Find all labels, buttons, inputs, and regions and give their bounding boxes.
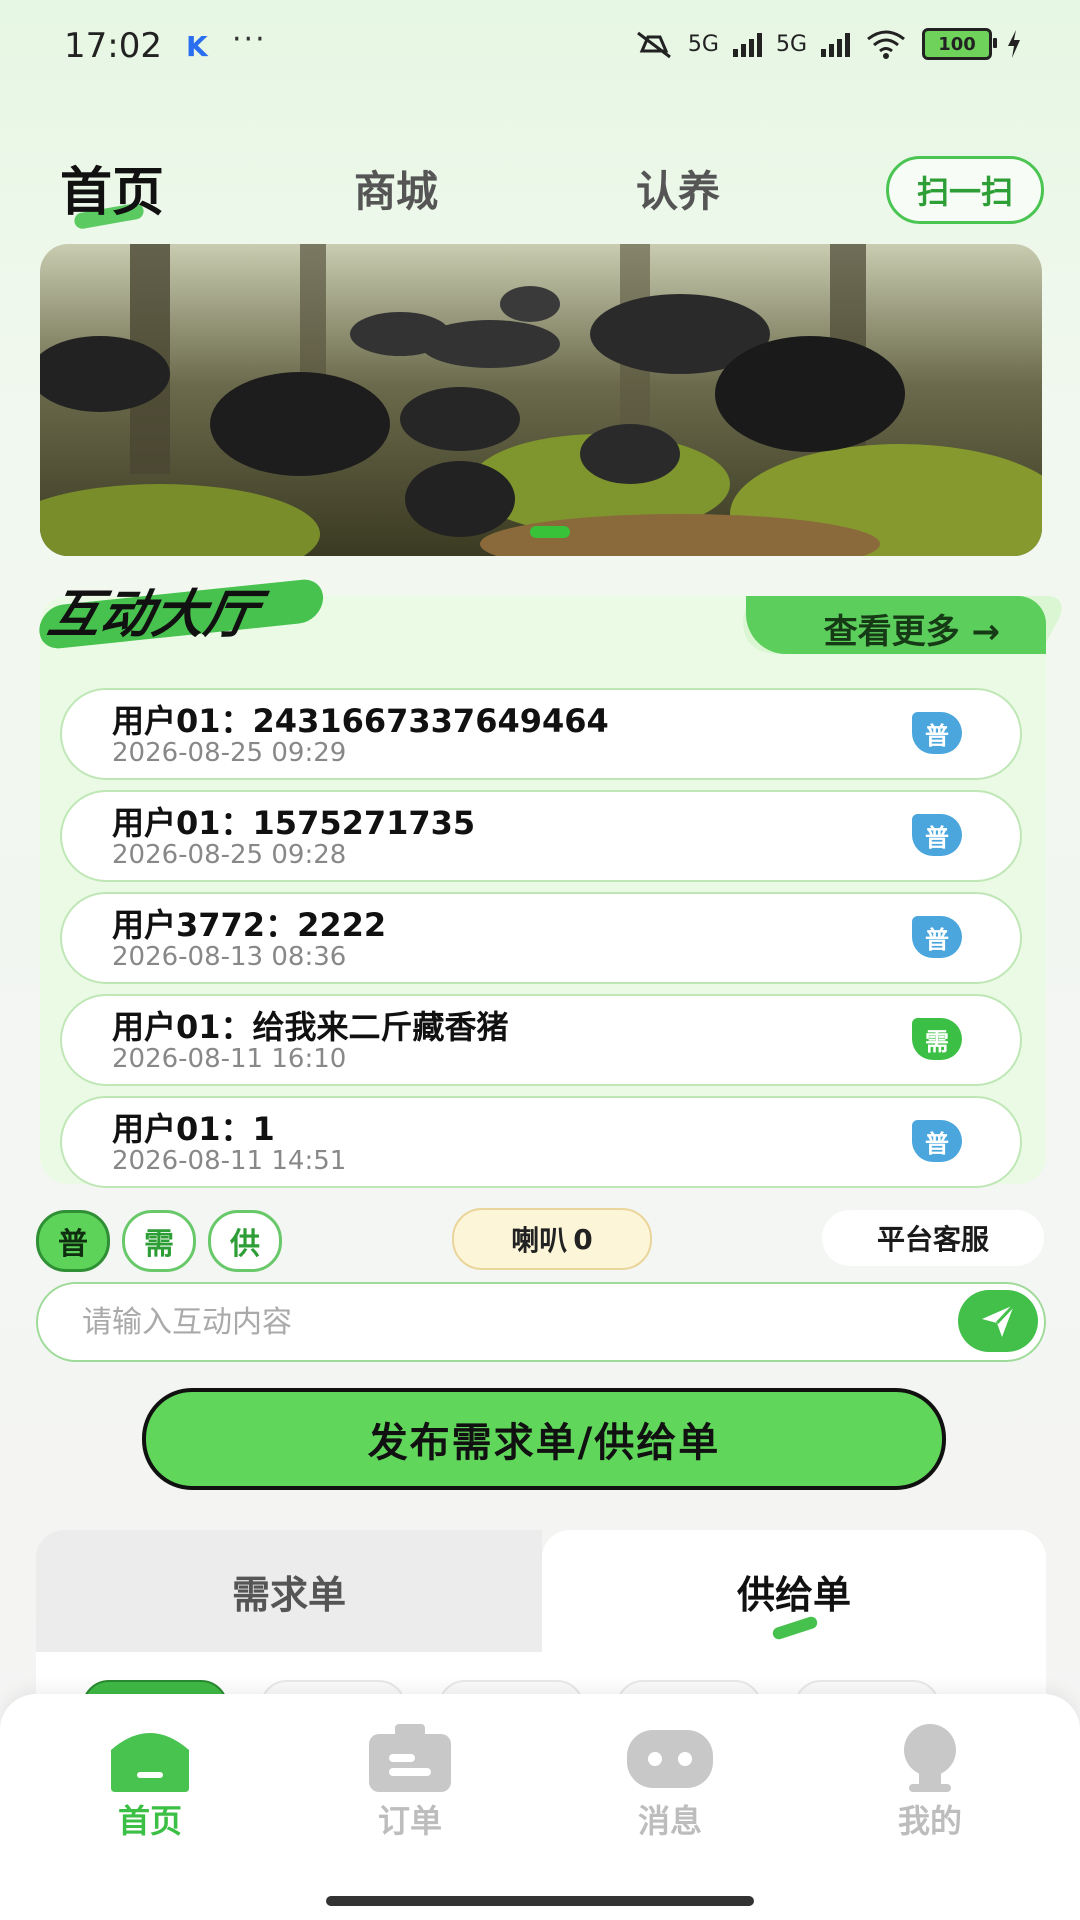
nav-home[interactable]: 首页	[80, 1722, 220, 1842]
bottom-nav: 首页 订单 消息 我的	[0, 1694, 1080, 1920]
message-input[interactable]	[80, 1294, 964, 1350]
mute-icon	[637, 31, 671, 59]
nav-profile[interactable]: 我的	[860, 1722, 1000, 1842]
list-item[interactable]: 用户01：给我来二斤藏香猪 2026-08-11 16:10 需	[60, 994, 1022, 1086]
list-item[interactable]: 用户01：1575271735 2026-08-25 09:28 普	[60, 790, 1022, 882]
net2-label: 5G	[775, 31, 807, 57]
message-text: 用户01：1575271735	[112, 804, 476, 842]
status-bar: 17:02 K ··· 5G 5G 100	[0, 0, 1080, 96]
tab-home[interactable]: 首页	[60, 150, 164, 225]
home-indicator[interactable]	[326, 1896, 754, 1906]
nav-orders[interactable]: 订单	[340, 1722, 480, 1842]
hall-title-text: 互动大厅	[43, 585, 263, 645]
message-time: 2026-08-25 09:29	[112, 738, 347, 768]
message-time: 2026-08-11 16:10	[112, 1044, 347, 1074]
active-tab-indicator	[771, 1615, 819, 1641]
order-type-tabs: 需求单 供给单	[36, 1530, 1046, 1660]
nav-profile-label: 我的	[897, 1802, 962, 1840]
list-item[interactable]: 用户01：1 2026-08-11 14:51 普	[60, 1096, 1022, 1188]
chat-icon	[625, 1722, 715, 1794]
wifi-icon	[867, 30, 905, 59]
banner-carousel[interactable]	[40, 244, 1042, 556]
message-time: 2026-08-11 14:51	[112, 1146, 347, 1176]
horn-counter[interactable]: 喇叭 0	[452, 1208, 652, 1270]
type-badge: 普	[912, 1120, 962, 1162]
profile-icon	[885, 1722, 975, 1794]
list-item[interactable]: 用户01：2431667337649464 2026-08-25 09:29 普	[60, 688, 1022, 780]
top-nav: 首页 商城 认养 扫一扫	[0, 150, 1080, 240]
customer-service-button[interactable]: 平台客服	[822, 1210, 1044, 1266]
charging-icon	[1008, 30, 1020, 58]
tab-adopt[interactable]: 认养	[636, 158, 720, 219]
message-input-bar	[36, 1282, 1046, 1362]
hall-title: 互动大厅	[37, 572, 325, 651]
type-badge: 普	[912, 916, 962, 958]
interaction-hall: 查看更多 → 互动大厅 用户01：2431667337649464 2026-0…	[37, 577, 1071, 1188]
type-badge: 普	[912, 814, 962, 856]
nav-messages-label: 消息	[637, 1802, 702, 1840]
scan-button[interactable]: 扫一扫	[886, 156, 1044, 224]
home-icon	[105, 1722, 195, 1794]
list-item[interactable]: 用户3772：2222 2026-08-13 08:36 普	[60, 892, 1022, 984]
briefcase-icon	[365, 1722, 455, 1794]
tab-supply[interactable]: 供给单	[542, 1530, 1046, 1652]
chip-demand[interactable]: 需	[122, 1210, 196, 1272]
message-time: 2026-08-13 08:36	[112, 942, 347, 972]
app-indicator-icon: K	[186, 30, 208, 63]
more-notifications-icon: ···	[232, 22, 267, 57]
status-icons: 5G 5G 100	[634, 28, 1022, 60]
tab-supply-label: 供给单	[736, 1572, 851, 1617]
message-list: 用户01：2431667337649464 2026-08-25 09:29 普…	[60, 688, 1022, 1198]
message-text: 用户01：2431667337649464	[112, 702, 609, 740]
publish-button[interactable]: 发布需求单/供给单	[142, 1388, 946, 1490]
chip-supply[interactable]: 供	[208, 1210, 282, 1272]
chip-normal[interactable]: 普	[36, 1210, 110, 1272]
horn-label: 喇叭	[511, 1224, 568, 1257]
nav-messages[interactable]: 消息	[600, 1722, 740, 1842]
type-badge: 需	[912, 1018, 962, 1060]
carousel-indicator	[530, 526, 570, 538]
net1-label: 5G	[687, 31, 719, 57]
view-more-link[interactable]: 查看更多 →	[824, 604, 1000, 653]
banner-image	[40, 244, 1042, 556]
message-time: 2026-08-25 09:28	[112, 840, 347, 870]
tab-mall[interactable]: 商城	[354, 158, 438, 219]
battery-icon: 100	[922, 28, 997, 60]
send-icon	[982, 1303, 1016, 1337]
nav-home-label: 首页	[117, 1802, 182, 1840]
signal-icon	[732, 31, 762, 57]
type-badge: 普	[912, 712, 962, 754]
message-text: 用户3772：2222	[112, 906, 387, 944]
message-text: 用户01：给我来二斤藏香猪	[112, 1008, 509, 1046]
signal-icon	[821, 31, 850, 57]
nav-orders-label: 订单	[377, 1802, 442, 1840]
message-text: 用户01：1	[112, 1110, 275, 1148]
horn-count: 0	[573, 1222, 593, 1256]
tab-demand[interactable]: 需求单	[36, 1530, 542, 1652]
status-time: 17:02	[64, 26, 162, 66]
send-button[interactable]	[958, 1290, 1038, 1352]
